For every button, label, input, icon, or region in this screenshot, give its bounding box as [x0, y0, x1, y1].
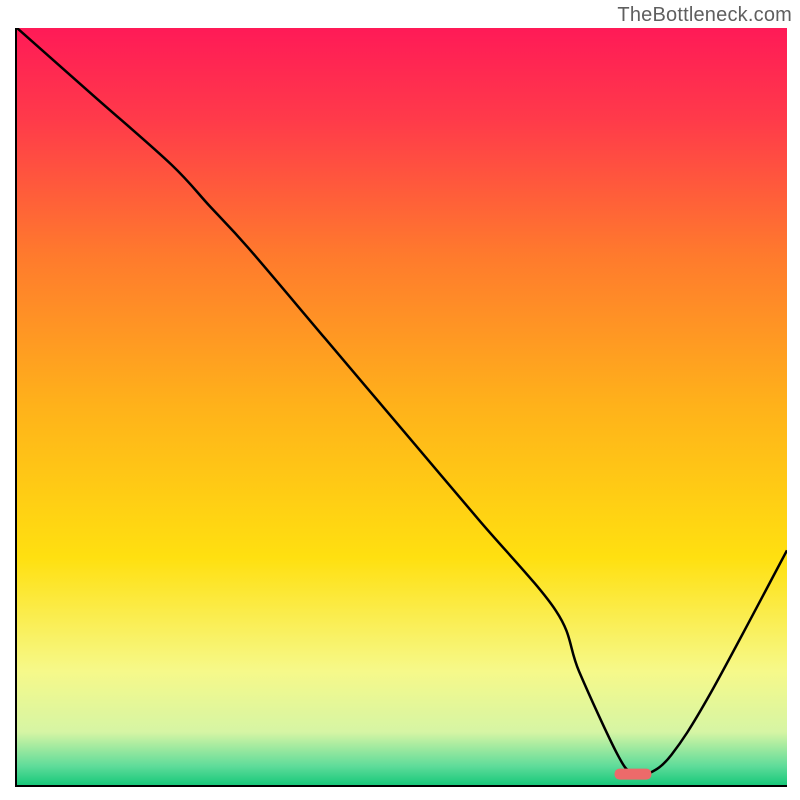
watermark-text: TheBottleneck.com: [617, 4, 792, 27]
chart-plot-area: [15, 28, 787, 787]
chart-svg: [17, 28, 787, 785]
chart-background: [17, 28, 787, 785]
optimal-marker: [615, 769, 652, 780]
